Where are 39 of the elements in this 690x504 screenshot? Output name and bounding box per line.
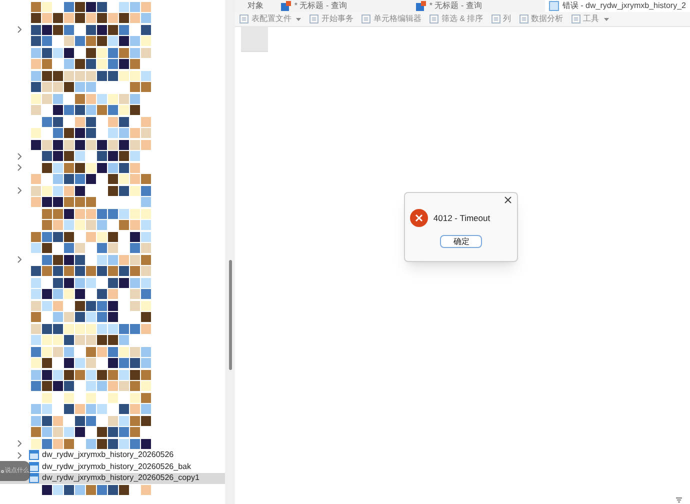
close-button[interactable] bbox=[503, 195, 514, 205]
toolbar-button[interactable]: 开始事务 bbox=[308, 13, 354, 25]
chevron-icon[interactable] bbox=[17, 26, 22, 34]
toolbar-button[interactable]: 单元格编辑器 bbox=[360, 13, 422, 25]
toolbar-icon bbox=[519, 14, 530, 24]
table-icon bbox=[29, 473, 39, 484]
toolbar-icon bbox=[571, 14, 582, 24]
toolbar-button[interactable]: 筛选 & 排序 bbox=[428, 13, 484, 25]
toolbar-button[interactable]: 表配置文件 bbox=[238, 13, 302, 25]
toolbar-icon bbox=[361, 14, 372, 24]
toolbar-icon bbox=[239, 14, 250, 24]
dropdown-caret-icon bbox=[604, 18, 610, 20]
ok-button[interactable]: 确定 bbox=[440, 235, 482, 248]
table-name[interactable]: dw_rydw_jxrymxb_history_20260526_bak bbox=[42, 460, 191, 473]
tab[interactable]: 错误 - dw_rydw_jxrymxb_history_2 bbox=[545, 0, 690, 12]
tab[interactable]: * 无标题 - 查询 bbox=[275, 0, 410, 12]
toolbar-icon bbox=[309, 14, 320, 24]
tab[interactable]: * 无标题 - 查询 bbox=[410, 0, 546, 12]
table-icon bbox=[29, 450, 39, 460]
small-toolbar-icon[interactable] bbox=[676, 497, 682, 503]
chevron-icon[interactable] bbox=[17, 256, 22, 264]
error-message: 4012 - Timeout bbox=[433, 212, 490, 224]
table-name[interactable]: dw_rydw_jxrymxb_history_20260526 bbox=[42, 449, 174, 462]
toolbar-button[interactable]: 工具 bbox=[570, 13, 610, 25]
tab[interactable]: 对象 bbox=[235, 0, 276, 12]
toolbar-icon bbox=[491, 14, 502, 24]
query-icon bbox=[281, 1, 292, 11]
selected-row-highlight[interactable]: dw_rydw_jxrymxb_history_20260526_copy1 bbox=[0, 472, 226, 484]
table-name[interactable]: dw_rydw_jxrymxb_history_20260526_copy1 bbox=[42, 472, 200, 484]
scrollbar-thumb[interactable] bbox=[228, 260, 232, 370]
table-icon bbox=[549, 1, 560, 11]
toolbar-icon bbox=[429, 14, 440, 24]
dropdown-caret-icon bbox=[296, 18, 302, 20]
table-icon bbox=[29, 462, 39, 472]
error-icon bbox=[410, 209, 428, 227]
toolbar-button[interactable]: 列 bbox=[490, 13, 512, 25]
query-icon bbox=[416, 1, 426, 11]
toolbar-button[interactable]: 数据分析 bbox=[518, 13, 564, 25]
chevron-icon[interactable] bbox=[17, 187, 22, 194]
